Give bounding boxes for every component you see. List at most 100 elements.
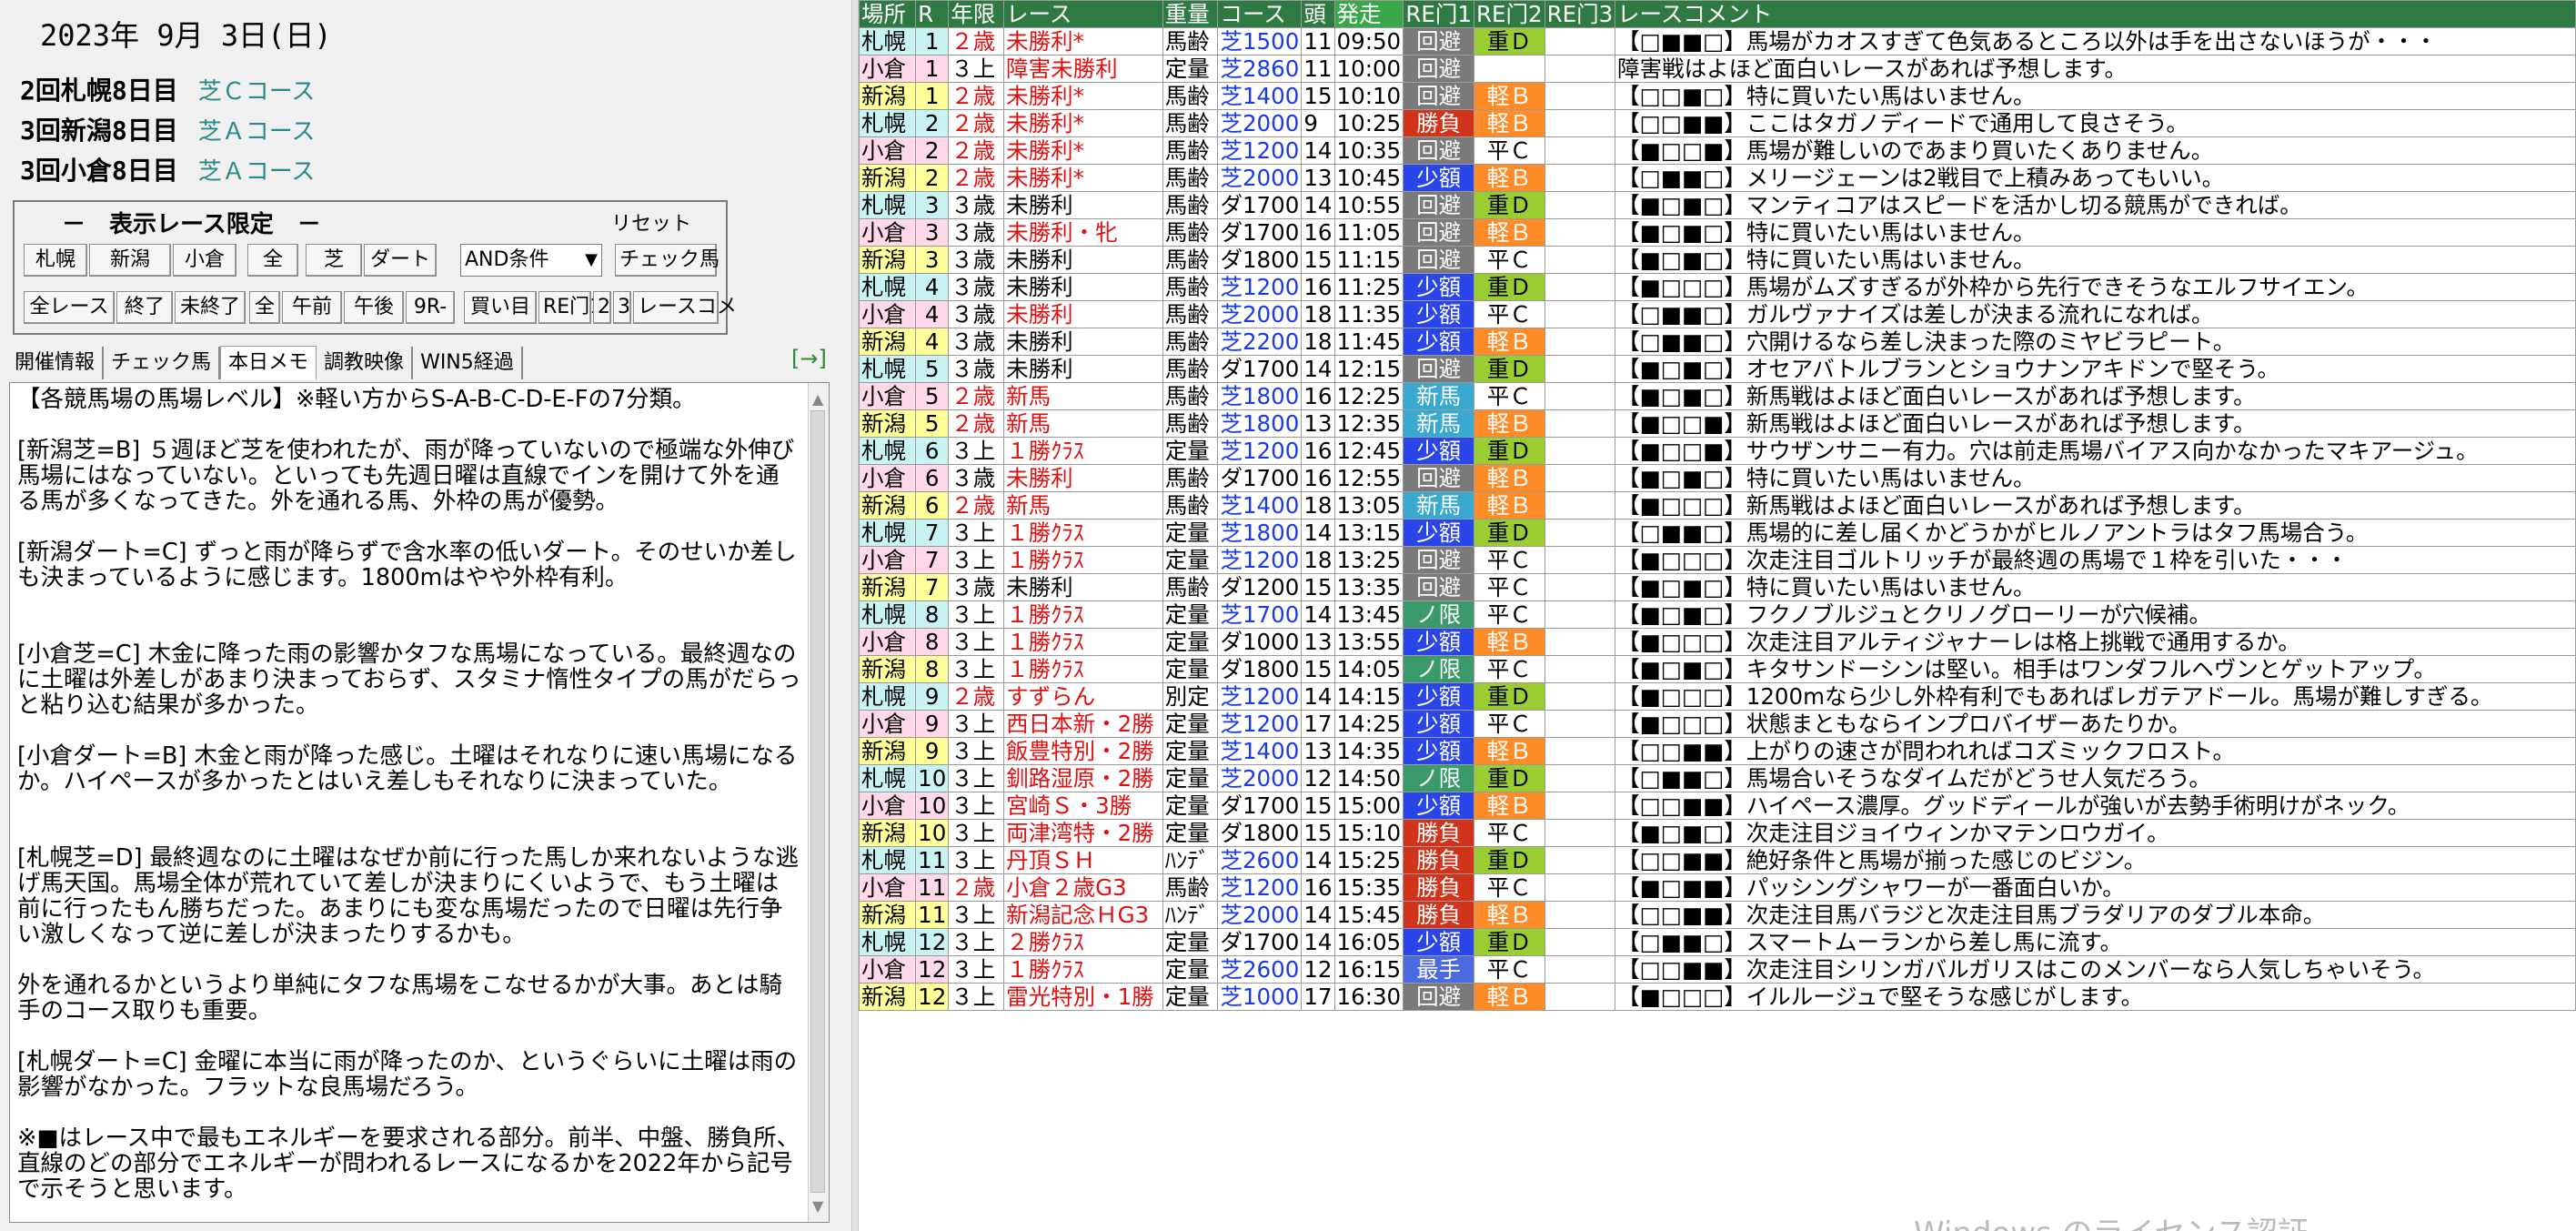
table-row[interactable]: 小倉 10 ３上 宮崎Ｓ・3勝 定量 ダ1700 15 15:00 少額 軽Ｂ 【□□■■】ハイペー…: [859, 792, 2576, 820]
row-re2-cell[interactable]: 軽Ｂ: [1473, 409, 1545, 438]
table-row[interactable]: 札幌 7 ３上 １勝ｸﾗｽ 定量 芝1800 14 13:15 少額 重Ｄ 【□■■□】馬場的に差し…: [859, 519, 2576, 547]
filter-re3-button[interactable]: 3: [613, 291, 631, 324]
row-race-name-cell[interactable]: 未勝利: [1003, 464, 1163, 492]
row-race-name-cell[interactable]: 雷光特別・1勝: [1003, 983, 1163, 1011]
row-comment-cell[interactable]: 【■□■□】キタサンドーシンは堅い。相手はワンダフルヘヴンとゲットアップ。: [1615, 655, 2576, 683]
row-race-name-cell[interactable]: １勝ｸﾗｽ: [1003, 628, 1163, 656]
row-re2-cell[interactable]: 平Ｃ: [1473, 136, 1545, 165]
row-re1-cell[interactable]: 少額: [1403, 273, 1474, 301]
row-race-name-cell[interactable]: 未勝利: [1003, 328, 1163, 356]
tab-check-horse[interactable]: チェック馬: [104, 347, 221, 379]
filter-race-comment-button[interactable]: レースコメ: [633, 291, 737, 324]
row-re1-cell[interactable]: 少額: [1403, 737, 1474, 765]
row-race-name-cell[interactable]: 未勝利*: [1003, 27, 1163, 55]
row-re3-cell[interactable]: [1544, 246, 1616, 274]
scroll-thumb[interactable]: [810, 410, 825, 1193]
row-comment-cell[interactable]: 【■□■■】パッシングシャワーが一番面白いか。: [1615, 873, 2576, 902]
row-comment-cell[interactable]: 【■□□□】新馬戦はよほど面白いレースがあれば予想します。: [1615, 491, 2576, 520]
row-comment-cell[interactable]: 【■□■□】特に買いたい馬はいません。: [1615, 218, 2576, 247]
row-re3-cell[interactable]: [1544, 764, 1616, 792]
row-re2-cell[interactable]: 軽Ｂ: [1473, 82, 1545, 110]
row-re2-cell[interactable]: 軽Ｂ: [1473, 491, 1545, 520]
row-re3-cell[interactable]: [1544, 437, 1616, 465]
header-race-comment[interactable]: レースコメント: [1615, 0, 2576, 28]
row-re1-cell[interactable]: 回避: [1403, 546, 1474, 574]
row-comment-cell[interactable]: 【□■■□】ガルヴァナイズは差しが決まる流れになれば。: [1615, 300, 2576, 328]
row-re1-cell[interactable]: 回避: [1403, 573, 1474, 601]
row-comment-cell[interactable]: 【□■■□】スマートムーランから差し馬に流す。: [1615, 928, 2576, 956]
row-re2-cell[interactable]: 重Ｄ: [1473, 355, 1545, 383]
table-row[interactable]: 新潟 10 ３上 両津湾特・2勝 定量 ダ1800 15 15:10 勝負 平Ｃ 【■□■□】次走注…: [859, 819, 2576, 847]
row-comment-cell[interactable]: 【■□■□】オセアバトルブランとショウナンアキドンで堅そう。: [1615, 355, 2576, 383]
row-race-name-cell[interactable]: 未勝利: [1003, 355, 1163, 383]
row-re3-cell[interactable]: [1544, 546, 1616, 574]
row-comment-cell[interactable]: 【■□■□】特に買いたい馬はいません。: [1615, 464, 2576, 492]
memo-textarea[interactable]: 【各競馬場の馬場レベル】※軽い方からS-A-B-C-D-E-Fの7分類。 [新潟…: [9, 382, 830, 1223]
row-re1-cell[interactable]: 回避: [1403, 82, 1474, 110]
table-row[interactable]: 小倉 3 ３歳 未勝利・牝 馬齢 ダ1700 16 11:05 回避 軽Ｂ 【■□■□】特に買いたい…: [859, 218, 2576, 247]
row-re3-cell[interactable]: [1544, 955, 1616, 984]
table-row[interactable]: 小倉 6 ３歳 未勝利 馬齢 ダ1700 16 12:55 回避 軽Ｂ 【■□■□】特に買いたい馬は…: [859, 464, 2576, 492]
row-race-name-cell[interactable]: １勝ｸﾗｽ: [1003, 600, 1163, 629]
table-row[interactable]: 小倉 5 ２歳 新馬 馬齢 芝1800 16 12:25 新馬 平Ｃ 【■□■□】新馬戦はよほど面白…: [859, 382, 2576, 410]
row-re3-cell[interactable]: [1544, 983, 1616, 1011]
row-re2-cell[interactable]: 平Ｃ: [1473, 600, 1545, 629]
table-row[interactable]: 新潟 12 ３上 雷光特別・1勝 定量 芝1000 17 16:30 回避 軽Ｂ 【■□□□】イルル…: [859, 983, 2576, 1011]
row-re2-cell[interactable]: 重Ｄ: [1473, 928, 1545, 956]
row-comment-cell[interactable]: 【□□■■】次走注目馬バラジと次走注目馬ブラダリアのダブル本命。: [1615, 901, 2576, 929]
row-re2-cell[interactable]: 軽Ｂ: [1473, 328, 1545, 356]
table-row[interactable]: 小倉 11 ２歳 小倉２歳G3 馬齢 芝1200 16 15:35 勝負 平Ｃ 【■□■■】パッシン…: [859, 873, 2576, 902]
row-re1-cell[interactable]: 新馬: [1403, 491, 1474, 520]
row-comment-cell[interactable]: 【□□■■】ここはタガノディードで通用して良さそう。: [1615, 109, 2576, 137]
row-re3-cell[interactable]: [1544, 573, 1616, 601]
table-row[interactable]: 小倉 4 ３歳 未勝利 馬齢 芝2000 18 11:35 少額 平Ｃ 【□■■□】ガルヴァナイズは…: [859, 300, 2576, 328]
row-re3-cell[interactable]: [1544, 409, 1616, 438]
row-re2-cell[interactable]: 重Ｄ: [1473, 191, 1545, 219]
row-race-name-cell[interactable]: ２勝ｸﾗｽ: [1003, 928, 1163, 956]
row-re1-cell[interactable]: 新馬: [1403, 409, 1474, 438]
row-re3-cell[interactable]: [1544, 355, 1616, 383]
condition-select[interactable]: AND条件 ▼: [460, 244, 602, 277]
row-race-name-cell[interactable]: 新馬: [1003, 382, 1163, 410]
row-comment-cell[interactable]: 【■□□□】次走注目ゴルトリッチが最終週の馬場で１枠を引いた・・・: [1615, 546, 2576, 574]
row-re1-cell[interactable]: ノ限: [1403, 600, 1474, 629]
row-re1-cell[interactable]: 回避: [1403, 983, 1474, 1011]
row-comment-cell[interactable]: 障害戦はよほど面白いレースがあれば予想します。: [1615, 55, 2576, 83]
row-re2-cell[interactable]: 重Ｄ: [1473, 519, 1545, 547]
row-re1-cell[interactable]: 最手: [1403, 955, 1474, 984]
row-comment-cell[interactable]: 【■□□■】新馬戦はよほど面白いレースがあれば予想します。: [1615, 409, 2576, 438]
filter-9r-button[interactable]: 9R-: [406, 291, 455, 324]
splitter[interactable]: [851, 0, 859, 1231]
row-comment-cell[interactable]: 【■□□□】1200mなら少し外枠有利でもあればレガテアドール。馬場が難しすぎる…: [1615, 682, 2576, 711]
row-re3-cell[interactable]: [1544, 628, 1616, 656]
row-re2-cell[interactable]: 平Ｃ: [1473, 546, 1545, 574]
filter-dirt-button[interactable]: ダート: [364, 244, 437, 277]
table-row[interactable]: 札幌 10 ３上 釧路湿原・2勝 定量 芝2000 12 14:50 ノ限 重Ｄ 【□■■□】馬場合…: [859, 764, 2576, 792]
row-race-name-cell[interactable]: 新馬: [1003, 409, 1163, 438]
filter-all-races-button[interactable]: 全レース: [24, 291, 115, 324]
row-re1-cell[interactable]: 少額: [1403, 628, 1474, 656]
table-row[interactable]: 小倉 7 ３上 １勝ｸﾗｽ 定量 芝1200 18 13:25 回避 平Ｃ 【■□□□】次走注目ゴル…: [859, 546, 2576, 574]
row-race-name-cell[interactable]: 未勝利*: [1003, 109, 1163, 137]
row-re2-cell[interactable]: 平Ｃ: [1473, 873, 1545, 902]
table-row[interactable]: 新潟 3 ３歳 未勝利 馬齢 ダ1800 15 11:15 回避 平Ｃ 【■□■□】特に買いたい馬は…: [859, 246, 2576, 274]
row-re3-cell[interactable]: [1544, 737, 1616, 765]
row-comment-cell[interactable]: 【■□□□】次走注目アルティジャナーレは格上挑戦で通用するか。: [1615, 628, 2576, 656]
row-re2-cell[interactable]: 平Ｃ: [1473, 819, 1545, 847]
row-re3-cell[interactable]: [1544, 873, 1616, 902]
table-row[interactable]: 新潟 1 ２歳 未勝利* 馬齢 芝1400 15 10:10 回避 軽Ｂ 【□□■□】特に買いたい馬…: [859, 82, 2576, 110]
filter-turf-button[interactable]: 芝: [306, 244, 362, 277]
row-re3-cell[interactable]: [1544, 273, 1616, 301]
row-re1-cell[interactable]: 少額: [1403, 164, 1474, 192]
row-re2-cell[interactable]: 軽Ｂ: [1473, 792, 1545, 820]
row-race-name-cell[interactable]: 未勝利: [1003, 273, 1163, 301]
row-re2-cell[interactable]: 軽Ｂ: [1473, 983, 1545, 1011]
row-re3-cell[interactable]: [1544, 136, 1616, 165]
row-re2-cell[interactable]: 重Ｄ: [1473, 846, 1545, 874]
row-re1-cell[interactable]: 勝負: [1403, 873, 1474, 902]
filter-all-time-button[interactable]: 全: [249, 291, 280, 324]
memo-scrollbar[interactable]: ▲ ▼: [808, 383, 829, 1222]
row-re2-cell[interactable]: 重Ｄ: [1473, 27, 1545, 55]
row-re2-cell[interactable]: 軽Ｂ: [1473, 218, 1545, 247]
row-race-name-cell[interactable]: 西日本新・2勝: [1003, 710, 1163, 738]
